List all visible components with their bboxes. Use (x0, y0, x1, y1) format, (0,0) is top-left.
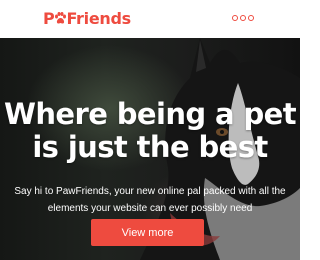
paw-icon (55, 11, 67, 23)
view-more-button[interactable]: View more (91, 219, 204, 246)
brand-name-prefix: P (43, 8, 55, 28)
site-header: P Friends (0, 0, 300, 38)
menu-dot (232, 15, 238, 21)
hero-section: Where being a pet is just the best Say h… (0, 38, 300, 260)
three-dots-menu-icon[interactable] (232, 14, 256, 22)
menu-dot (240, 15, 246, 21)
brand-name-suffix: Friends (66, 8, 131, 28)
brand-logo[interactable]: P Friends (43, 7, 131, 29)
hero-subtitle: Say hi to PawFriends, your new online pa… (14, 186, 286, 214)
hero-title: Where being a pet is just the best (4, 97, 297, 164)
menu-dot (248, 15, 254, 21)
